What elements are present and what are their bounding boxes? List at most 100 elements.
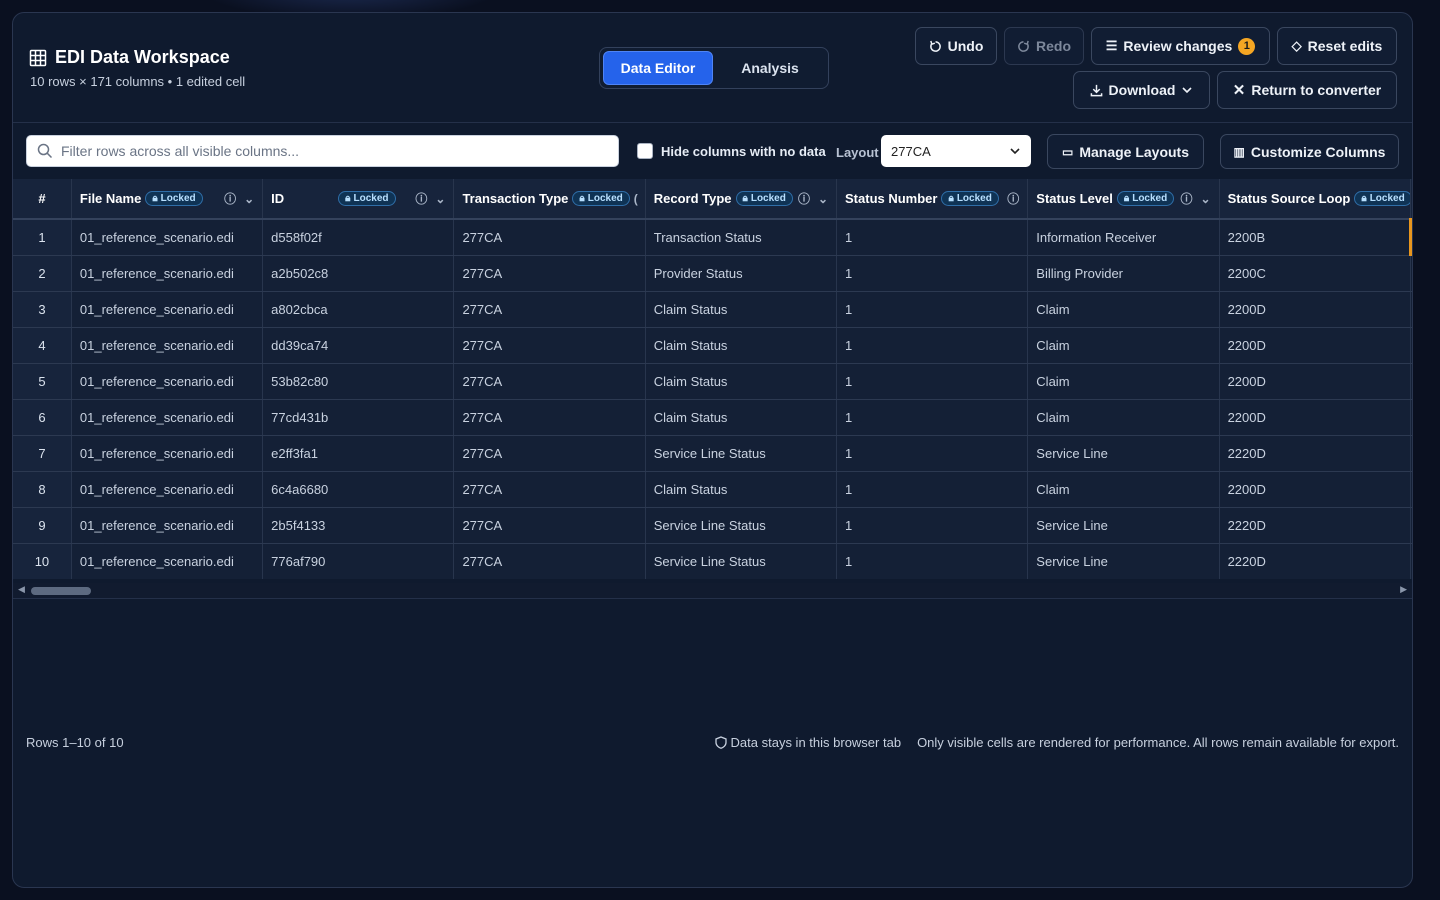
table-cell[interactable]: I	[1410, 435, 1412, 472]
table-cell[interactable]: Claim	[1027, 471, 1220, 508]
table-cell[interactable]: A	[1410, 327, 1412, 364]
table-cell[interactable]: I	[1410, 471, 1412, 508]
table-cell[interactable]: 1	[836, 399, 1029, 436]
table-cell[interactable]: 01_reference_scenario.edi	[71, 219, 264, 256]
scroll-left-icon[interactable]: ◀	[18, 584, 25, 595]
reset-edits-button[interactable]: ◇ Reset edits	[1277, 27, 1397, 65]
info-icon[interactable]: ⓘ	[798, 190, 810, 207]
table-cell[interactable]: 2220D	[1219, 435, 1411, 472]
table-cell[interactable]: 277CA	[453, 435, 646, 472]
table-cell[interactable]: 2220D	[1219, 543, 1411, 579]
table-cell[interactable]: Claim Status	[645, 327, 838, 364]
table-cell[interactable]: 277CA	[453, 399, 646, 436]
table-cell[interactable]: 277CA	[453, 219, 646, 256]
table-cell[interactable]: 01_reference_scenario.edi	[71, 291, 264, 328]
column-header-status-source-loop[interactable]: Status Source Loop 🔒︎ Locked	[1219, 179, 1411, 220]
table-cell[interactable]: 6c4a6680	[262, 471, 455, 508]
table-cell[interactable]: Information Receiver	[1027, 219, 1220, 256]
table-cell[interactable]: 277CA	[453, 363, 646, 400]
undo-button[interactable]: Undo	[915, 27, 997, 65]
table-cell[interactable]: 01_reference_scenario.edi	[71, 255, 264, 292]
table-cell[interactable]: 2220D	[1219, 507, 1411, 544]
chevron-down-icon[interactable]: ⌄	[244, 192, 254, 206]
scrollbar-thumb[interactable]	[31, 587, 91, 595]
table-cell[interactable]: 2200D	[1219, 363, 1411, 400]
hide-empty-columns-toggle[interactable]: Hide columns with no data	[637, 143, 826, 159]
column-header-file-name[interactable]: File Name 🔒︎ Locked ⓘ ⌄	[71, 179, 264, 220]
table-cell[interactable]: Service Line Status	[645, 435, 838, 472]
table-cell[interactable]: 01_reference_scenario.edi	[71, 471, 264, 508]
table-cell[interactable]: Transaction Status	[645, 219, 838, 256]
table-row[interactable]: 6 01_reference_scenario.edi 77cd431b 277CA C…	[13, 399, 1412, 436]
table-cell[interactable]: Service Line	[1027, 507, 1220, 544]
table-cell[interactable]: 2200C	[1219, 255, 1411, 292]
table-cell[interactable]: 277CA	[453, 291, 646, 328]
table-cell[interactable]: a2b502c8	[262, 255, 455, 292]
hide-empty-checkbox[interactable]	[637, 143, 653, 159]
table-cell[interactable]: Billing Provider	[1027, 255, 1220, 292]
table-cell[interactable]: 01_reference_scenario.edi	[71, 327, 264, 364]
column-header-next[interactable]: A	[1410, 179, 1412, 220]
table-cell[interactable]: a802cbca	[262, 291, 455, 328]
table-cell[interactable]: Claim	[1027, 363, 1220, 400]
chevron-down-icon[interactable]: ⌄	[818, 192, 828, 206]
table-row[interactable]: 10 01_reference_scenario.edi 776af790 277CA…	[13, 543, 1412, 579]
table-cell[interactable]: 2b5f4133	[262, 507, 455, 544]
table-cell[interactable]: Service Line	[1027, 543, 1220, 579]
table-cell[interactable]: 77cd431b	[262, 399, 455, 436]
table-cell[interactable]: 1	[836, 471, 1029, 508]
table-cell[interactable]: Claim	[1027, 291, 1220, 328]
column-header-status-level[interactable]: Status Level 🔒︎ Locked ⓘ ⌄	[1027, 179, 1220, 220]
table-row[interactable]: 4 01_reference_scenario.edi dd39ca74 277CA C…	[13, 327, 1412, 364]
table-cell[interactable]: 277CA	[453, 255, 646, 292]
table-row[interactable]: 7 01_reference_scenario.edi e2ff3fa1 277CA S…	[13, 435, 1412, 472]
column-header-transaction-type[interactable]: Transaction Type 🔒︎ Locked (	[453, 179, 646, 220]
table-row[interactable]: 5 01_reference_scenario.edi 53b82c80 277CA C…	[13, 363, 1412, 400]
column-header-id[interactable]: ID 🔒︎ Locked ⓘ ⌄	[262, 179, 455, 220]
download-button[interactable]: Download	[1073, 71, 1210, 109]
table-cell[interactable]: Service Line Status	[645, 507, 838, 544]
table-cell[interactable]: Service Line Status	[645, 543, 838, 579]
table-cell[interactable]: 53b82c80	[262, 363, 455, 400]
table-cell[interactable]: Claim Status	[645, 363, 838, 400]
table-cell[interactable]: 2200B	[1219, 219, 1411, 256]
table-cell[interactable]: 01_reference_scenario.edi	[71, 507, 264, 544]
manage-layouts-button[interactable]: ▭ Manage Layouts	[1047, 134, 1204, 169]
table-cell[interactable]: 2200D	[1219, 327, 1411, 364]
info-icon[interactable]: ⓘ	[1007, 190, 1019, 207]
layout-select[interactable]: 277CA	[881, 135, 1031, 167]
table-cell[interactable]: 1	[836, 255, 1029, 292]
info-icon[interactable]: ⓘ	[1181, 190, 1193, 207]
table-cell[interactable]: d558f02f	[262, 219, 455, 256]
table-row[interactable]: 1 01_reference_scenario.edi d558f02f 277CA T…	[13, 219, 1412, 256]
table-cell[interactable]: 01_reference_scenario.edi	[71, 435, 264, 472]
table-cell[interactable]: e2ff3fa1	[262, 435, 455, 472]
table-cell[interactable]: I	[1410, 399, 1412, 436]
table-cell[interactable]: Claim	[1027, 399, 1220, 436]
table-cell[interactable]: 277CA	[453, 543, 646, 579]
redo-button[interactable]: Redo	[1004, 27, 1084, 65]
info-icon[interactable]: ⓘ	[224, 190, 236, 207]
table-cell[interactable]: A	[1410, 255, 1412, 292]
horizontal-scrollbar[interactable]: ◀ ▶	[13, 583, 1412, 599]
table-cell[interactable]: 2200D	[1219, 471, 1411, 508]
table-cell[interactable]: Provider Status	[645, 255, 838, 292]
table-cell[interactable]: 1	[836, 291, 1029, 328]
table-cell[interactable]: Service Line	[1027, 435, 1220, 472]
table-cell[interactable]: A	[1408, 219, 1412, 256]
return-to-converter-button[interactable]: ✕ Return to converter	[1217, 71, 1397, 109]
table-cell[interactable]: 2200D	[1219, 399, 1411, 436]
table-cell[interactable]: Claim Status	[645, 399, 838, 436]
table-cell[interactable]: 1	[836, 435, 1029, 472]
table-row[interactable]: 2 01_reference_scenario.edi a2b502c8 277CA P…	[13, 255, 1412, 292]
customize-columns-button[interactable]: ▥ Customize Columns	[1220, 134, 1399, 169]
tab-data-editor[interactable]: Data Editor	[603, 51, 713, 85]
table-cell[interactable]: 01_reference_scenario.edi	[71, 363, 264, 400]
table-cell[interactable]: 1	[836, 219, 1029, 256]
column-header-status-number[interactable]: Status Number 🔒︎ Locked ⓘ	[836, 179, 1029, 220]
table-cell[interactable]: 01_reference_scenario.edi	[71, 543, 264, 579]
table-cell[interactable]: 1	[836, 363, 1029, 400]
table-cell[interactable]: Claim Status	[645, 471, 838, 508]
table-cell[interactable]: Claim Status	[645, 291, 838, 328]
table-row[interactable]: 3 01_reference_scenario.edi a802cbca 277CA C…	[13, 291, 1412, 328]
